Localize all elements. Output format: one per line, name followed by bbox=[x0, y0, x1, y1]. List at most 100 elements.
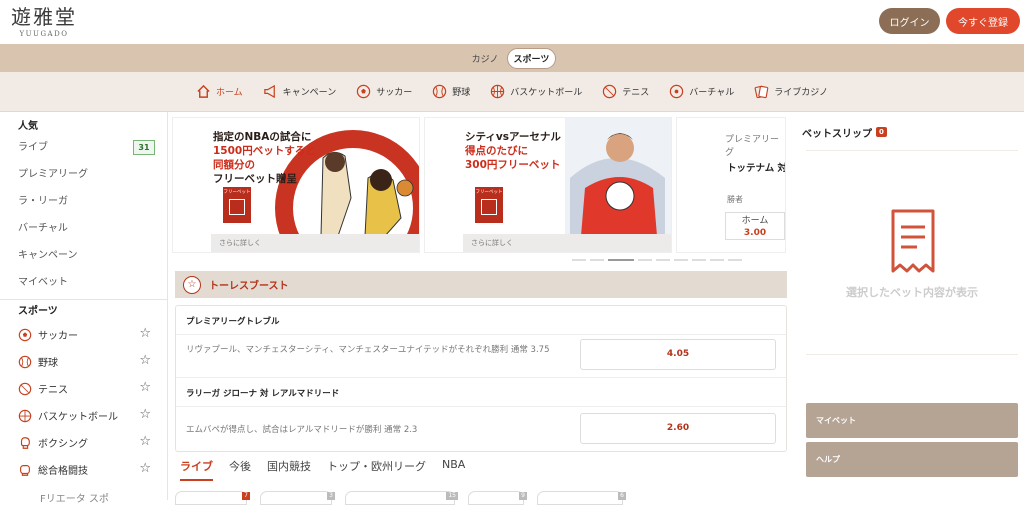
tab-live[interactable]: ライブ bbox=[180, 458, 213, 481]
sidebar-item-basketball[interactable]: バスケットボール ☆ bbox=[0, 402, 167, 429]
tab-upcoming[interactable]: 今後 bbox=[229, 458, 251, 481]
top-bar: 遊雅堂 YUUGADO ログイン 今すぐ登録 bbox=[0, 0, 1024, 44]
carousel-dot[interactable] bbox=[674, 259, 688, 261]
help-button[interactable]: ヘルプ bbox=[806, 442, 1018, 477]
banner-more-link[interactable]: さらに詳しく bbox=[463, 234, 671, 252]
gift-label: フリーベット bbox=[223, 190, 251, 195]
banner-line: 300円フリーベット bbox=[465, 159, 561, 171]
tab-nba[interactable]: NBA bbox=[442, 458, 465, 481]
boost-title: トーレスブースト bbox=[209, 281, 289, 292]
tab-domestic[interactable]: 国内競技 bbox=[267, 458, 311, 481]
live-casino-icon bbox=[754, 85, 769, 99]
event-tabs: ライブ 今後 国内競技 トップ・欧州リーグ NBA bbox=[180, 458, 465, 481]
sidebar-item-campaign[interactable]: キャンペーン bbox=[0, 242, 167, 269]
megaphone-icon bbox=[263, 84, 275, 99]
betslip-title: ベットスリップ bbox=[802, 128, 872, 140]
tab-top-europe[interactable]: トップ・欧州リーグ bbox=[327, 458, 426, 481]
receipt-icon bbox=[891, 209, 935, 273]
nav-tennis[interactable]: テニス bbox=[602, 84, 649, 99]
boost-markets: プレミアリーグトレブル リヴァプール、マンチェスターシティ、マンチェスターユナイ… bbox=[175, 305, 787, 452]
betslip-count-badge: 0 bbox=[876, 127, 887, 137]
nav-label: テニス bbox=[622, 88, 650, 98]
sidebar-item-live[interactable]: ライブ 31 bbox=[0, 134, 167, 161]
sidebar-item-tennis[interactable]: テニス ☆ bbox=[0, 375, 167, 402]
tab-casino[interactable]: カジノ bbox=[468, 49, 503, 68]
sport-pill[interactable]: 3 bbox=[260, 491, 335, 505]
promo-banner-match-odds[interactable]: プレミアリーグ トッテナム 対 勝者 ホーム 3.00 bbox=[676, 117, 786, 253]
market-title: プレミアリーグトレブル bbox=[186, 317, 280, 327]
star-icon[interactable]: ☆ bbox=[139, 380, 151, 395]
sidebar-item-premier-league[interactable]: プレミアリーグ bbox=[0, 161, 167, 188]
nav-campaign[interactable]: キャンペーン bbox=[263, 84, 336, 99]
banner-line: 得点のたびに bbox=[465, 145, 528, 157]
odds-button-home[interactable]: ホーム 3.00 bbox=[725, 212, 785, 240]
carousel-dot[interactable] bbox=[692, 259, 706, 261]
sidebar-item-label: ボクシング bbox=[38, 439, 88, 450]
odds-button[interactable]: 2.60 bbox=[580, 413, 776, 444]
live-count-badge: 31 bbox=[133, 140, 155, 155]
tab-sports[interactable]: スポーツ bbox=[506, 47, 557, 69]
nav-soccer[interactable]: サッカー bbox=[356, 84, 412, 99]
odds-button[interactable]: 4.05 bbox=[580, 339, 776, 370]
nav-label: ライブカジノ bbox=[774, 88, 829, 98]
tennis-ball-icon bbox=[603, 84, 617, 99]
sidebar-item-mybet[interactable]: マイベット bbox=[0, 269, 167, 296]
star-icon[interactable]: ☆ bbox=[139, 434, 151, 449]
carousel-dot[interactable] bbox=[656, 259, 670, 261]
carousel-dot-active[interactable] bbox=[608, 259, 634, 261]
sidebar-item-baseball[interactable]: 野球 ☆ bbox=[0, 348, 167, 375]
nav-basketball[interactable]: バスケットボール bbox=[490, 84, 582, 99]
register-button[interactable]: 今すぐ登録 bbox=[946, 8, 1020, 34]
betslip-header[interactable]: ベットスリップ 0 bbox=[802, 120, 1020, 144]
star-icon[interactable]: ☆ bbox=[139, 326, 151, 341]
star-icon[interactable]: ☆ bbox=[139, 407, 151, 422]
free-bet-gift-icon: フリーベット bbox=[475, 187, 503, 223]
logo-subtext: YUUGADO bbox=[19, 30, 69, 38]
product-switcher: カジノ スポーツ bbox=[0, 44, 1024, 72]
banner-text: シティvsアーセナル 得点のたびに 300円フリーベット bbox=[465, 130, 561, 172]
sidebar-item-mma[interactable]: 総合格闘技 ☆ bbox=[0, 456, 167, 483]
carousel-dot[interactable] bbox=[572, 259, 586, 261]
logo[interactable]: 遊雅堂 YUUGADO bbox=[10, 4, 78, 38]
carousel-dot[interactable] bbox=[638, 259, 652, 261]
soccer-ball-icon bbox=[18, 328, 32, 341]
nav-virtual[interactable]: バーチャル bbox=[669, 84, 734, 99]
sidebar-item-virtual[interactable]: バーチャル bbox=[0, 215, 167, 242]
sidebar-item-cut[interactable]: Fリエータ スポ bbox=[40, 490, 109, 505]
sidebar-item-la-liga[interactable]: ラ・リーガ bbox=[0, 188, 167, 215]
banner-line: フリーベット贈呈 bbox=[213, 173, 297, 185]
carousel-indicators bbox=[572, 259, 742, 261]
basketball-icon bbox=[491, 84, 505, 99]
boxing-glove-icon bbox=[20, 436, 30, 449]
sport-pill[interactable]: 6 bbox=[537, 491, 626, 505]
boost-section-header: ☆ トーレスブースト bbox=[175, 271, 787, 298]
mybet-button[interactable]: マイベット bbox=[806, 403, 1018, 438]
promo-banner-nba[interactable]: 指定のNBAの試合に 1500円ベットすると 同額分の フリーベット贈呈 フリー… bbox=[172, 117, 420, 253]
promo-banner-city-arsenal[interactable]: シティvsアーセナル 得点のたびに 300円フリーベット フリーベット さらに詳… bbox=[424, 117, 672, 253]
nav-baseball[interactable]: 野球 bbox=[432, 84, 470, 99]
sport-pill[interactable]: 7 bbox=[175, 491, 250, 505]
divider bbox=[176, 406, 786, 407]
sidebar-item-boxing[interactable]: ボクシング ☆ bbox=[0, 429, 167, 456]
star-icon[interactable]: ☆ bbox=[139, 461, 151, 476]
sidebar-item-label: ライブ bbox=[18, 142, 48, 153]
carousel-dot[interactable] bbox=[710, 259, 724, 261]
star-icon[interactable]: ☆ bbox=[139, 353, 151, 368]
carousel-dot[interactable] bbox=[728, 259, 742, 261]
sport-pill[interactable]: 9 bbox=[468, 491, 527, 505]
nav-live-casino[interactable]: ライブカジノ bbox=[754, 84, 828, 99]
banner-more-link[interactable]: さらに詳しく bbox=[211, 234, 419, 252]
sidebar-item-soccer[interactable]: サッカー ☆ bbox=[0, 321, 167, 348]
baseball-icon bbox=[433, 84, 447, 99]
sidebar-heading-popular: 人気 bbox=[18, 121, 38, 132]
banner-text: 指定のNBAの試合に 1500円ベットすると 同額分の フリーベット贈呈 bbox=[213, 130, 316, 186]
pill-count: 3 bbox=[327, 492, 335, 500]
login-button[interactable]: ログイン bbox=[879, 8, 940, 34]
sport-pill[interactable]: 15 bbox=[345, 491, 458, 505]
nav-home[interactable]: ホーム bbox=[196, 84, 243, 99]
market-description: エムバペが得点し、試合はレアルマドリードが勝利 通常 2.3 bbox=[186, 425, 418, 435]
carousel-dot[interactable] bbox=[590, 259, 604, 261]
sidebar-item-label: 野球 bbox=[38, 358, 58, 369]
tennis-ball-icon bbox=[18, 382, 32, 395]
sidebar-item-label: テニス bbox=[38, 385, 68, 396]
